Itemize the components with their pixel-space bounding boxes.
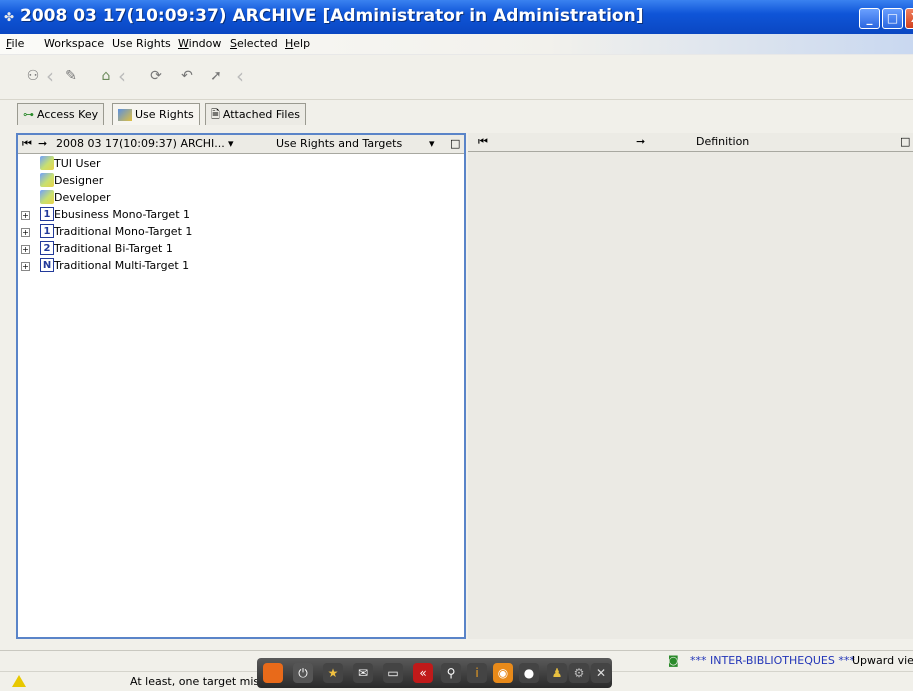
- first-icon[interactable]: ⏮: [22, 137, 32, 151]
- tree-node-label: Traditional Bi-Target 1: [54, 242, 173, 255]
- file-icon: 🗎: [211, 108, 220, 121]
- home-icon[interactable]: ⌂: [95, 65, 117, 87]
- tree-node-label: TUI User: [54, 157, 101, 170]
- minimize-button[interactable]: _: [859, 8, 880, 29]
- tree-node[interactable]: Developer: [18, 189, 464, 206]
- expand-icon[interactable]: +: [21, 228, 30, 237]
- column-header-use-rights: Use Rights and Targets: [276, 137, 403, 150]
- menu-use-rights[interactable]: Use Rights: [112, 37, 171, 50]
- info-icon[interactable]: i: [467, 663, 487, 683]
- breadcrumb-dropdown-icon[interactable]: ▾: [228, 137, 234, 150]
- target-icon: N: [40, 258, 54, 272]
- tree-node[interactable]: Designer: [18, 172, 464, 189]
- toolbar-separator: ‹: [236, 64, 244, 88]
- right-panel-header: ⏮ ➞ Definition □: [468, 133, 913, 152]
- use-rights-icon: [118, 109, 132, 121]
- tree-node[interactable]: + N Traditional Multi-Target 1: [18, 257, 464, 274]
- tree-node[interactable]: + 1 Ebusiness Mono-Target 1: [18, 206, 464, 223]
- toolbar: ⚇ ‹ ✎ ⌂ ‹ ⟳ ↶ ➚ ‹: [0, 55, 913, 100]
- app-icon: ✤: [4, 10, 15, 24]
- tab-bar: ⊶ Access Key Use Rights 🗎 Attached Files: [0, 100, 913, 128]
- search-icon[interactable]: ⚲: [441, 663, 461, 683]
- tree: TUI User Designer Developer + 1 Ebusines…: [18, 155, 464, 274]
- panel-maximize-icon[interactable]: □: [450, 137, 460, 150]
- globe-icon[interactable]: ●: [519, 663, 539, 683]
- arrow-icon[interactable]: ➞: [38, 137, 47, 150]
- maximize-button[interactable]: □: [882, 8, 903, 29]
- definition-panel: ⏮ ➞ Definition □: [468, 133, 913, 639]
- power-icon[interactable]: ⏻: [293, 663, 313, 683]
- tree-node[interactable]: + 2 Traditional Bi-Target 1: [18, 240, 464, 257]
- tab-use-rights[interactable]: Use Rights: [112, 103, 200, 125]
- use-rights-tree-panel: ⏮ ➞ 2008 03 17(10:09:37) ARCHI... ▾ Use …: [16, 133, 466, 639]
- toolbar-separator: ‹: [46, 64, 54, 88]
- workspace-status: *** INTER-BIBLIOTHEQUES ***: [690, 654, 855, 667]
- view-mode: Upward view: [852, 654, 913, 667]
- tab-attached-files[interactable]: 🗎 Attached Files: [205, 103, 306, 125]
- undo-icon[interactable]: ↶: [176, 65, 198, 87]
- close-dock-icon[interactable]: ✕: [591, 663, 611, 683]
- star-icon[interactable]: ★: [323, 663, 343, 683]
- target-icon: 2: [40, 241, 54, 255]
- dock: ⏻ ★ ✉ ▭ « ⚲ i ◉ ● ♟ ⚙ ✕: [257, 658, 612, 688]
- rewind-icon[interactable]: «: [413, 663, 433, 683]
- maximize-icon: □: [886, 11, 899, 25]
- title-bar: ✤ 2008 03 17(10:09:37) ARCHIVE [Administ…: [0, 0, 913, 34]
- minimize-icon: _: [866, 11, 873, 25]
- menu-workspace[interactable]: Workspace: [44, 37, 104, 50]
- tree-node-label: Designer: [54, 174, 104, 187]
- tree-node-label: Ebusiness Mono-Target 1: [54, 208, 191, 221]
- warning-icon: [12, 675, 26, 687]
- user-icon[interactable]: ♟: [547, 663, 567, 683]
- menu-selected[interactable]: Selected: [230, 37, 278, 50]
- note-icon[interactable]: ▭: [383, 663, 403, 683]
- left-panel-header: ⏮ ➞ 2008 03 17(10:09:37) ARCHI... ▾ Use …: [18, 135, 464, 154]
- mail-icon[interactable]: ✉: [353, 663, 373, 683]
- user-icon: [40, 173, 54, 187]
- breadcrumb[interactable]: 2008 03 17(10:09:37) ARCHI...: [56, 137, 225, 150]
- workspace-status-icon: ◙: [668, 654, 679, 667]
- key-icon: ⊶: [23, 108, 34, 121]
- menu-bar: File Workspace Use Rights Window Selecte…: [0, 34, 913, 55]
- close-button[interactable]: X: [905, 8, 913, 29]
- user-icon: [40, 156, 54, 170]
- tree-node-label: Traditional Multi-Target 1: [54, 259, 190, 272]
- expand-icon[interactable]: +: [21, 262, 30, 271]
- tree-node[interactable]: + 1 Traditional Mono-Target 1: [18, 223, 464, 240]
- column-header-definition: Definition: [696, 135, 750, 148]
- refresh-icon[interactable]: ⟳: [145, 65, 167, 87]
- tree-node[interactable]: TUI User: [18, 155, 464, 172]
- menu-help[interactable]: Help: [285, 37, 310, 50]
- target-icon: 1: [40, 207, 54, 221]
- user-icon: [40, 190, 54, 204]
- users-icon[interactable]: ⚇: [22, 65, 44, 87]
- content-area: ⏮ ➞ 2008 03 17(10:09:37) ARCHI... ▾ Use …: [0, 128, 913, 650]
- settings-icon[interactable]: ⚙: [569, 663, 589, 683]
- window-title: 2008 03 17(10:09:37) ARCHIVE [Administra…: [20, 6, 644, 26]
- expand-icon[interactable]: +: [21, 245, 30, 254]
- column-dropdown-icon[interactable]: ▾: [429, 137, 435, 150]
- panel-maximize-icon[interactable]: □: [900, 135, 910, 148]
- arrow-icon[interactable]: ➞: [636, 135, 645, 148]
- rss-icon[interactable]: ◉: [493, 663, 513, 683]
- first-icon[interactable]: ⏮: [478, 135, 488, 149]
- menu-window[interactable]: Window: [178, 37, 221, 50]
- menu-file[interactable]: File: [6, 37, 24, 50]
- dock-app-icon[interactable]: [263, 663, 283, 683]
- tree-node-label: Developer: [54, 191, 111, 204]
- expand-icon[interactable]: +: [21, 211, 30, 220]
- target-icon: 1: [40, 224, 54, 238]
- toolbar-separator: ‹: [118, 64, 126, 88]
- pin-icon[interactable]: ✎: [60, 65, 82, 87]
- tree-node-label: Traditional Mono-Target 1: [54, 225, 193, 238]
- close-icon: X: [906, 9, 913, 28]
- tab-access-key[interactable]: ⊶ Access Key: [17, 103, 105, 125]
- export-icon[interactable]: ➚: [205, 65, 227, 87]
